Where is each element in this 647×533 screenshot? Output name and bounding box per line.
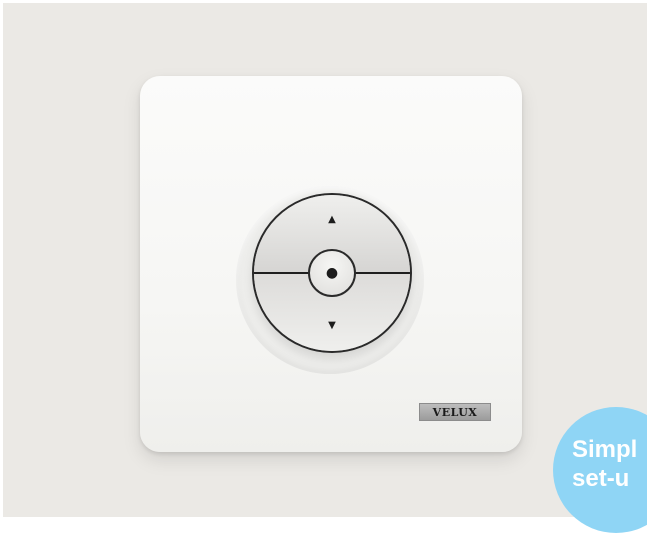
velux-logo: VELUX xyxy=(419,403,491,421)
wall-switch-panel: ▲ ▼ ● VELUX xyxy=(140,76,522,452)
badge-text: Simpl set-u xyxy=(572,435,637,493)
dot-icon: ● xyxy=(325,265,339,281)
keypad: ▲ ▼ ● xyxy=(252,193,412,353)
badge-line-2: set-u xyxy=(572,465,630,492)
triangle-down-icon: ▼ xyxy=(328,320,336,331)
triangle-up-icon: ▲ xyxy=(328,214,336,225)
product-photo: ▲ ▼ ● VELUX xyxy=(3,3,647,517)
stop-button[interactable]: ● xyxy=(308,249,356,297)
brand-logo-text: VELUX xyxy=(432,405,478,419)
badge-line-1: Simpl xyxy=(572,436,638,463)
